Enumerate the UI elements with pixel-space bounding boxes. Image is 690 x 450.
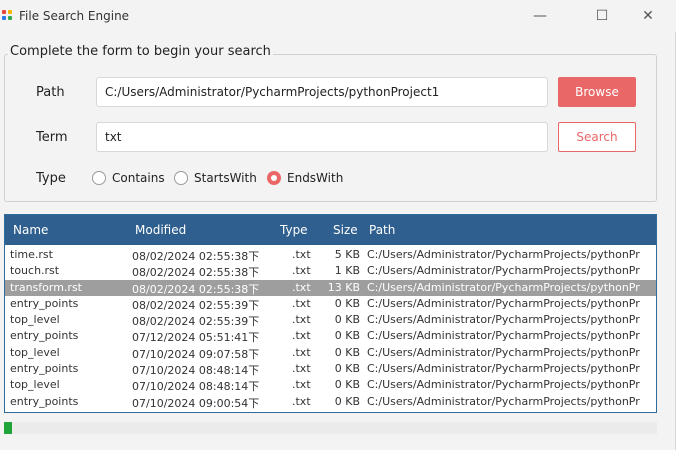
close-icon[interactable]: ✕ xyxy=(628,4,668,28)
type-label: Type xyxy=(36,171,66,186)
cell-modified: 08/02/2024 02:55:39下 xyxy=(132,315,260,329)
title-bar[interactable]: File Search Engine — ☐ ✕ xyxy=(0,0,676,32)
app-icon xyxy=(2,10,14,22)
column-header-size[interactable]: Size xyxy=(333,223,358,237)
cell-size: 0 KB xyxy=(334,378,360,392)
cell-path: C:/Users/Administrator/PycharmProjects/p… xyxy=(367,362,640,376)
column-header-path[interactable]: Path xyxy=(369,223,395,237)
column-header-name[interactable]: Name xyxy=(13,223,48,237)
table-row[interactable]: top_level 07/10/2024 08:48:14下 .txt 0 KB C:/… xyxy=(5,377,656,393)
table-row[interactable]: entry_points 08/02/2024 02:55:39下 .txt 0 KB… xyxy=(5,296,656,312)
table-row[interactable]: top_level 08/02/2024 02:55:39下 .txt 0 KB C:/… xyxy=(5,312,656,328)
cell-path: C:/Users/Administrator/PycharmProjects/p… xyxy=(367,264,640,278)
radio-contains[interactable]: Contains xyxy=(92,170,165,186)
table-row[interactable]: touch.rst 08/02/2024 02:55:38下 .txt 1 KB C:/… xyxy=(5,263,656,279)
column-header-modified[interactable]: Modified xyxy=(135,223,186,237)
cell-modified: 08/02/2024 02:55:38下 xyxy=(132,266,260,280)
cell-type: .txt xyxy=(292,313,311,327)
radio-button-icon[interactable] xyxy=(92,171,106,185)
table-row[interactable]: time.rst 08/02/2024 02:55:38下 .txt 5 KB C:/U… xyxy=(5,247,656,263)
cell-name: top_level xyxy=(10,313,60,327)
cell-type: .txt xyxy=(292,362,311,376)
minimize-icon[interactable]: — xyxy=(520,4,560,28)
cell-path: C:/Users/Administrator/PycharmProjects/p… xyxy=(367,345,640,359)
radio-endswith[interactable]: EndsWith xyxy=(267,170,343,186)
progress-fill xyxy=(4,422,12,434)
form-legend: Complete the form to begin your search xyxy=(8,44,273,59)
radio-button-icon[interactable] xyxy=(174,171,188,185)
cell-size: 0 KB xyxy=(334,394,360,408)
window-title: File Search Engine xyxy=(19,9,130,23)
cell-name: entry_points xyxy=(10,329,79,343)
table-body: time.rst 08/02/2024 02:55:38下 .txt 5 KB C:/U… xyxy=(5,247,656,410)
cell-path: C:/Users/Administrator/PycharmProjects/p… xyxy=(367,378,640,392)
cell-name: top_level xyxy=(10,378,60,392)
cell-modified: 07/10/2024 08:48:14下 xyxy=(132,364,260,378)
cell-name: touch.rst xyxy=(10,264,60,278)
cell-size: 5 KB xyxy=(334,248,360,261)
term-label: Term xyxy=(36,130,68,145)
path-label: Path xyxy=(36,85,65,100)
cell-path: C:/Users/Administrator/PycharmProjects/p… xyxy=(367,313,640,327)
cell-path: C:/Users/Administrator/PycharmProjects/p… xyxy=(367,296,640,310)
cell-modified: 07/12/2024 05:51:41下 xyxy=(132,331,260,345)
cell-name: transform.rst xyxy=(10,280,82,294)
search-button[interactable]: Search xyxy=(558,122,636,152)
cell-size: 13 KB xyxy=(327,280,360,294)
table-header: Name Modified Type Size Path xyxy=(5,215,656,245)
progress-bar xyxy=(4,422,657,434)
cell-type: .txt xyxy=(292,378,311,392)
cell-size: 0 KB xyxy=(334,313,360,327)
radio-startswith[interactable]: StartsWith xyxy=(174,170,257,186)
cell-path: C:/Users/Administrator/PycharmProjects/p… xyxy=(367,329,640,343)
radio-label: EndsWith xyxy=(287,171,344,185)
cell-type: .txt xyxy=(292,345,311,359)
cell-size: 0 KB xyxy=(334,362,360,376)
radio-label: StartsWith xyxy=(194,171,257,185)
cell-type: .txt xyxy=(292,264,311,278)
cell-type: .txt xyxy=(292,394,311,408)
radio-label: Contains xyxy=(112,171,165,185)
browse-button[interactable]: Browse xyxy=(558,77,636,107)
cell-path: C:/Users/Administrator/PycharmProjects/p… xyxy=(367,280,640,294)
table-row[interactable]: entry_points 07/10/2024 08:48:14下 .txt 0 KB… xyxy=(5,361,656,377)
cell-modified: 07/10/2024 09:07:58下 xyxy=(132,347,260,361)
cell-size: 0 KB xyxy=(334,345,360,359)
cell-size: 1 KB xyxy=(334,264,360,278)
term-input[interactable]: txt xyxy=(96,122,548,152)
cell-type: .txt xyxy=(292,296,311,310)
cell-size: 0 KB xyxy=(334,296,360,310)
cell-size: 0 KB xyxy=(334,329,360,343)
cell-name: entry_points xyxy=(10,362,79,376)
path-input[interactable]: C:/Users/Administrator/PycharmProjects/p… xyxy=(96,77,548,107)
cell-type: .txt xyxy=(292,280,311,294)
cell-modified: 08/02/2024 02:55:38下 xyxy=(132,282,260,296)
cell-name: top_level xyxy=(10,345,60,359)
table-row[interactable]: entry_points 07/10/2024 09:00:54下 .txt 0 KB… xyxy=(5,394,656,410)
cell-modified: 08/02/2024 02:55:39下 xyxy=(132,298,260,312)
column-header-type[interactable]: Type xyxy=(280,223,308,237)
cell-type: .txt xyxy=(292,329,311,343)
radio-button-checked-icon[interactable] xyxy=(267,171,281,185)
cell-name: entry_points xyxy=(10,296,79,310)
cell-modified: 08/02/2024 02:55:38下 xyxy=(132,250,260,263)
cell-path: C:/Users/Administrator/PycharmProjects/p… xyxy=(367,248,640,261)
cell-modified: 07/10/2024 08:48:14下 xyxy=(132,380,260,394)
table-row[interactable]: entry_points 07/12/2024 05:51:41下 .txt 0 KB… xyxy=(5,328,656,344)
cell-name: entry_points xyxy=(10,394,79,408)
app-window: File Search Engine — ☐ ✕ Complete the fo… xyxy=(0,0,676,450)
cell-path: C:/Users/Administrator/PycharmProjects/p… xyxy=(367,394,640,408)
cell-type: .txt xyxy=(292,248,311,261)
table-row[interactable]: top_level 07/10/2024 09:07:58下 .txt 0 KB C:/… xyxy=(5,345,656,361)
table-row[interactable]: transform.rst 08/02/2024 02:55:38下 .txt 13 … xyxy=(5,279,656,296)
maximize-icon[interactable]: ☐ xyxy=(582,4,622,28)
results-table[interactable]: Name Modified Type Size Path time.rst 08/… xyxy=(4,214,657,413)
cell-modified: 07/10/2024 09:00:54下 xyxy=(132,396,260,410)
cell-name: time.rst xyxy=(10,248,53,261)
